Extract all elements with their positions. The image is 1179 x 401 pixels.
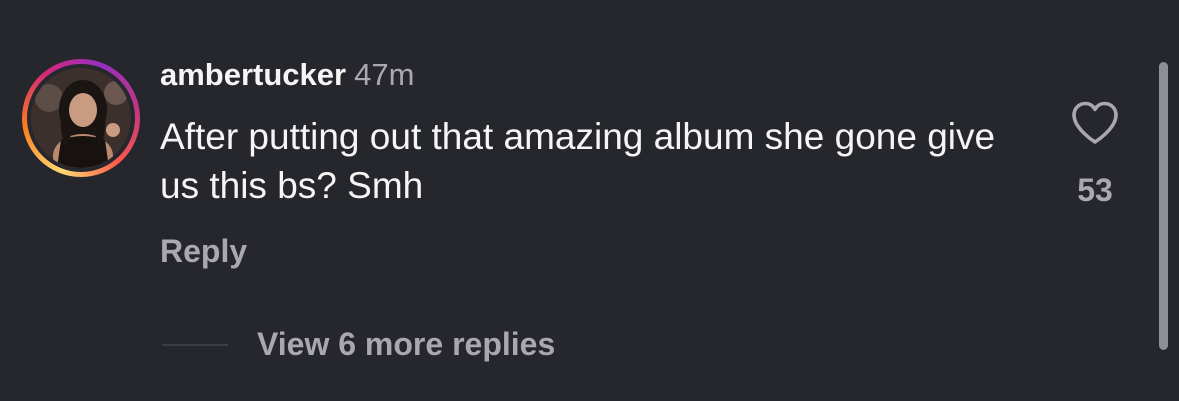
comment-body: After putting out that amazing album she… <box>160 116 996 206</box>
timestamp: 47m <box>354 57 415 92</box>
username[interactable]: ambertucker <box>160 57 346 92</box>
view-more-replies-button[interactable]: View 6 more replies <box>257 326 555 363</box>
like-count: 53 <box>1077 172 1113 208</box>
story-ring[interactable] <box>22 59 140 177</box>
comment-item: ambertucker 47m After putting out that am… <box>0 0 1179 401</box>
heart-icon <box>1072 101 1118 144</box>
avatar-image <box>31 68 131 168</box>
reply-button[interactable]: Reply <box>160 233 247 270</box>
scrollbar[interactable] <box>1159 62 1168 350</box>
replies-divider <box>162 344 228 346</box>
comment-meta: ambertucker 47m <box>160 57 414 101</box>
like-button[interactable] <box>1070 100 1120 146</box>
avatar[interactable] <box>31 68 131 168</box>
